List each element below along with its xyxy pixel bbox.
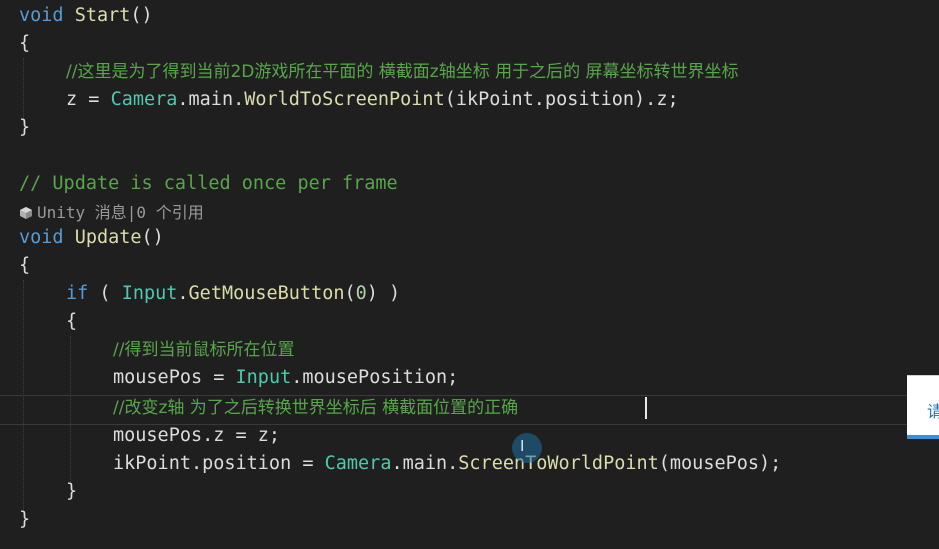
code-line[interactable]: mousePos.z = z; (113, 424, 280, 448)
code-text: mousePos = (113, 367, 236, 388)
code-comment[interactable]: // Update is called once per frame (19, 172, 398, 196)
comment-text: //这里是为了得到当前2D游戏所在平面的 横截面z轴坐标 用于之后的 屏幕坐标转… (66, 62, 739, 82)
code-line[interactable]: } (66, 480, 77, 504)
text-caret (645, 397, 647, 419)
comment-text: // Update is called once per frame (19, 173, 398, 194)
punctuation: . (177, 283, 189, 304)
code-line[interactable]: } (19, 116, 30, 140)
mouse-cursor-highlight (512, 433, 542, 463)
code-editor[interactable]: void Start() { //这里是为了得到当前2D游戏所在平面的 横截面z… (0, 0, 939, 549)
comment-text: //改变z轴 为了之后转换世界坐标后 横截面位置的正确 (113, 398, 519, 418)
brace: { (66, 311, 78, 332)
code-comment[interactable]: //改变z轴 为了之后转换世界坐标后 横截面位置的正确 (113, 396, 518, 420)
code-text: .mousePosition; (291, 367, 459, 388)
code-line[interactable]: if ( Input.GetMouseButton(0) ) (66, 282, 400, 306)
brace: { (19, 255, 31, 276)
code-text: (mousePos); (658, 453, 782, 474)
keyword: void (19, 227, 64, 248)
code-text: (ikPoint.position).z; (444, 89, 679, 110)
type-name: Camera (110, 89, 178, 110)
codelens[interactable]: Unity 消息|0 个引用 (19, 202, 204, 224)
number-literal: 0 (355, 283, 367, 304)
punctuation: ) ) (366, 283, 401, 304)
method-name: Start (74, 5, 131, 26)
code-line[interactable]: } (19, 508, 30, 532)
punctuation: ( (344, 283, 356, 304)
keyword: if (66, 283, 89, 304)
code-line[interactable]: mousePos = Input.mousePosition; (113, 366, 458, 390)
brace: { (19, 33, 31, 54)
keyword: void (19, 5, 64, 26)
method-name: Update (74, 227, 142, 248)
type-name: Input (121, 283, 178, 304)
unity-cube-icon (20, 207, 32, 219)
code-line[interactable]: void Update() (19, 226, 164, 250)
brace: } (66, 481, 78, 502)
code-line[interactable]: { (66, 310, 77, 334)
method-name: GetMouseButton (188, 283, 345, 304)
popup-text[interactable]: 请 (927, 398, 939, 422)
code-line[interactable]: { (19, 254, 30, 278)
code-line[interactable]: z = Camera.main.WorldToScreenPoint(ikPoi… (66, 88, 679, 112)
code-line[interactable]: ikPoint.position = Camera.main.ScreenToW… (113, 452, 781, 476)
code-text: .main. (177, 89, 245, 110)
side-popup[interactable]: 请 (907, 375, 939, 439)
punctuation: () (141, 227, 164, 248)
method-name: WorldToScreenPoint (244, 89, 445, 110)
punctuation: ( (88, 283, 122, 304)
comment-text: //得到当前鼠标所在位置 (113, 340, 295, 360)
code-line[interactable]: void Start() (19, 4, 153, 28)
indent-guide (23, 58, 24, 122)
ibeam-cursor-icon: I (520, 437, 525, 455)
popup-accent-bar (907, 435, 939, 439)
codelens-text[interactable]: Unity 消息|0 个引用 (37, 203, 204, 222)
code-line[interactable]: { (19, 32, 30, 56)
code-text: mousePos.z = z; (113, 425, 281, 446)
brace: } (19, 509, 31, 530)
code-comment[interactable]: //这里是为了得到当前2D游戏所在平面的 横截面z轴坐标 用于之后的 屏幕坐标转… (66, 60, 739, 84)
code-text: ikPoint.position = (113, 453, 325, 474)
brace: } (19, 117, 31, 138)
type-name: Camera (324, 453, 392, 474)
type-name: Input (235, 367, 292, 388)
code-comment[interactable]: //得到当前鼠标所在位置 (113, 338, 294, 362)
punctuation: () (130, 5, 153, 26)
method-name: ScreenToWorldPoint (458, 453, 659, 474)
code-text: z = (66, 89, 111, 110)
code-text: .main. (391, 453, 459, 474)
